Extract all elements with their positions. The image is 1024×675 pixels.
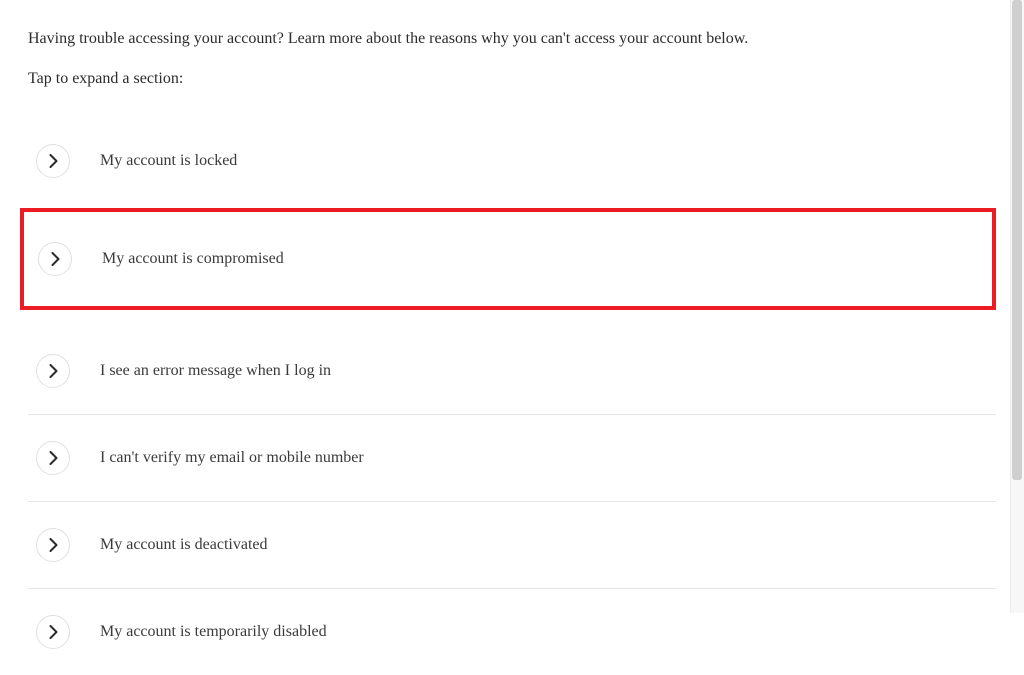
chevron-right-icon — [36, 441, 70, 475]
accordion-item-verify[interactable]: I can't verify my email or mobile number — [28, 415, 996, 502]
chevron-right-icon — [38, 242, 72, 276]
chevron-right-icon — [36, 144, 70, 178]
chevron-right-icon — [36, 354, 70, 388]
accordion-list: My account is locked My account is compr… — [28, 118, 996, 675]
accordion-item-label: My account is compromised — [102, 250, 284, 268]
chevron-right-icon — [36, 615, 70, 649]
accordion-item-locked[interactable]: My account is locked — [28, 118, 996, 204]
help-content: Having trouble accessing your account? L… — [0, 0, 1024, 675]
accordion-item-label: My account is deactivated — [100, 536, 268, 554]
accordion-item-error-message[interactable]: I see an error message when I log in — [28, 328, 996, 415]
accordion-item-temp-disabled[interactable]: My account is temporarily disabled — [28, 589, 996, 675]
accordion-item-label: My account is locked — [100, 152, 237, 170]
accordion-item-deactivated[interactable]: My account is deactivated — [28, 502, 996, 589]
intro-text: Having trouble accessing your account? L… — [28, 30, 996, 48]
chevron-right-icon — [36, 528, 70, 562]
accordion-item-label: I can't verify my email or mobile number — [100, 449, 364, 467]
tap-hint-text: Tap to expand a section: — [28, 70, 996, 88]
accordion-item-compromised[interactable]: My account is compromised — [24, 212, 992, 306]
scrollbar-track[interactable] — [1010, 0, 1024, 613]
accordion-item-label: My account is temporarily disabled — [100, 623, 327, 641]
accordion-item-label: I see an error message when I log in — [100, 362, 331, 380]
scrollbar-thumb[interactable] — [1012, 0, 1022, 480]
highlight-box: My account is compromised — [20, 208, 996, 310]
